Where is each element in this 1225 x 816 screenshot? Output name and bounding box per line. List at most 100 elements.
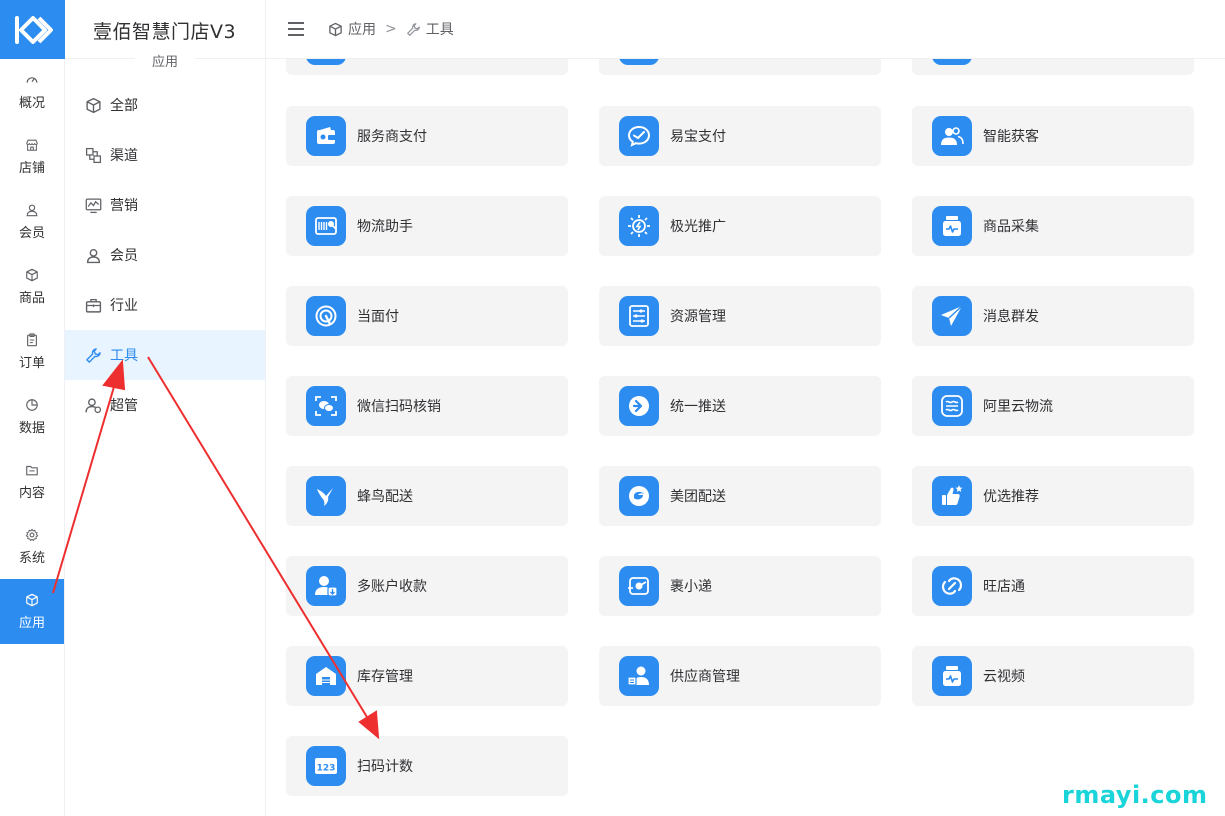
- app-icon-tile: [619, 566, 659, 606]
- app-logo[interactable]: [0, 0, 65, 59]
- app-card[interactable]: 云视频: [912, 646, 1194, 706]
- app-card-label: 旺店通: [983, 579, 1025, 595]
- app-card-label: 蜂鸟配送: [357, 489, 413, 505]
- app-card[interactable]: 统一推送: [599, 376, 881, 436]
- rail-item-9[interactable]: 应用: [0, 579, 64, 644]
- cube-icon: [86, 97, 101, 113]
- rail-item-label: 订单: [18, 355, 45, 371]
- wrench-icon: [406, 22, 420, 36]
- rail-item-6[interactable]: 数据: [0, 384, 64, 449]
- store-icon: [26, 139, 38, 151]
- breadcrumb-root[interactable]: 应用: [348, 19, 376, 39]
- submenu-item-5[interactable]: 行业: [65, 280, 265, 330]
- rail-item-label: 概况: [18, 95, 45, 111]
- app-icon-tile: [932, 116, 972, 156]
- app-card-partial[interactable]: [912, 59, 1194, 75]
- app-card[interactable]: 旺店通: [912, 556, 1194, 616]
- app-grid: 服务商支付 易宝支付 智能获客物流助手 极光推广 商品采集当面付 资源管理 消息群发微信扫码…: [286, 59, 1225, 816]
- rail-item-1[interactable]: 概况: [0, 59, 64, 124]
- app-card[interactable]: 裹小递: [599, 556, 881, 616]
- box-icon: [26, 268, 38, 281]
- app-icon-tile: [932, 386, 972, 426]
- user-icon: [26, 204, 38, 216]
- app-icon-tile: [306, 296, 346, 336]
- app-card[interactable]: 微信扫码核销: [286, 376, 568, 436]
- submenu-item-3[interactable]: 营销: [65, 180, 265, 230]
- app-card-partial[interactable]: [286, 59, 568, 75]
- brand-header: 壹佰智慧门店V3 应用: [65, 0, 265, 70]
- app-icon-tile: [932, 206, 972, 246]
- submenu-item-7[interactable]: 超管: [65, 380, 265, 430]
- watermark: rmayi.com: [1062, 781, 1208, 809]
- link-icon: [941, 577, 963, 595]
- breadcrumb: 应用 > 工具: [328, 19, 454, 39]
- app-card-partial[interactable]: [599, 59, 881, 75]
- app-card-label: 优选推荐: [983, 489, 1039, 505]
- main-rail: 概况店铺 会员 商品订单数据 内容 系统 应用: [0, 0, 65, 816]
- app-card[interactable]: 服务商支付: [286, 106, 568, 166]
- app-card[interactable]: 多账户收款: [286, 556, 568, 616]
- submenu-item-6[interactable]: 工具: [65, 330, 265, 380]
- wechat-scan-icon: [315, 396, 337, 416]
- channel-icon: [85, 147, 102, 163]
- chat-bubble-icon: [627, 125, 651, 147]
- app-card-label: 多账户收款: [357, 579, 427, 595]
- app-icon-tile: [619, 206, 659, 246]
- app-card-label: 微信扫码核销: [357, 399, 441, 415]
- app-card[interactable]: 易宝支付: [599, 106, 881, 166]
- app-icon-tile: [306, 116, 346, 156]
- cube-icon: [26, 593, 38, 606]
- app-icon-tile: [932, 476, 972, 516]
- app-card[interactable]: 蜂鸟配送: [286, 466, 568, 526]
- menu-toggle-icon[interactable]: [288, 22, 304, 36]
- app-card-label: 当面付: [357, 309, 399, 325]
- folder-icon: [26, 465, 38, 475]
- meituan-icon: [629, 486, 649, 506]
- app-icon-tile: [619, 386, 659, 426]
- submenu-item-label: 全部: [110, 98, 138, 114]
- submenu-item-label: 渠道: [110, 148, 138, 164]
- app-card[interactable]: 智能获客: [912, 106, 1194, 166]
- warehouse-icon: [316, 667, 336, 685]
- app-card-label: 云视频: [983, 669, 1025, 685]
- rail-item-3[interactable]: 会员: [0, 189, 64, 254]
- app-card[interactable]: 消息群发: [912, 286, 1194, 346]
- app-card-label: 服务商支付: [357, 129, 427, 145]
- pie-icon: [26, 398, 38, 411]
- rail-item-7[interactable]: 内容: [0, 449, 64, 514]
- app-card[interactable]: 供应商管理: [599, 646, 881, 706]
- app-card[interactable]: 优选推荐: [912, 466, 1194, 526]
- rail-item-8[interactable]: 系统: [0, 514, 64, 579]
- app-icon-tile: [932, 656, 972, 696]
- app-card-label: 库存管理: [357, 669, 413, 685]
- app-card[interactable]: 极光推广: [599, 196, 881, 256]
- app-icon-tile: [619, 116, 659, 156]
- app-card[interactable]: 库存管理: [286, 646, 568, 706]
- submenu-item-label: 行业: [110, 298, 138, 314]
- app-icon-tile: [932, 566, 972, 606]
- sliders-icon: [629, 305, 649, 327]
- rail-item-4[interactable]: 商品: [0, 254, 64, 319]
- app-card[interactable]: 123 扫码计数: [286, 736, 568, 796]
- app-card[interactable]: 商品采集: [912, 196, 1194, 256]
- briefcase-icon: [85, 298, 102, 313]
- app-card[interactable]: 物流助手: [286, 196, 568, 256]
- app-icon-tile: [306, 566, 346, 606]
- app-card[interactable]: 当面付: [286, 286, 568, 346]
- submenu-item-4[interactable]: 会员: [65, 230, 265, 280]
- cloud-logistics-icon: [941, 395, 963, 417]
- rail-item-5[interactable]: 订单: [0, 319, 64, 384]
- app-icon-tile: [619, 476, 659, 516]
- app-card-label: 消息群发: [983, 309, 1039, 325]
- number-123-icon: 123: [315, 758, 337, 774]
- app-card[interactable]: 资源管理: [599, 286, 881, 346]
- submenu-item-1[interactable]: 全部: [65, 80, 265, 130]
- app-card[interactable]: 阿里云物流: [912, 376, 1194, 436]
- submenu-item-2[interactable]: 渠道: [65, 130, 265, 180]
- submenu-item-label: 会员: [110, 248, 138, 264]
- app-card[interactable]: 美团配送: [599, 466, 881, 526]
- monitor-chart-icon: [85, 197, 102, 213]
- rail-item-2[interactable]: 店铺: [0, 124, 64, 189]
- jar-pulse-icon: [943, 216, 961, 236]
- app-card-label: 商品采集: [983, 219, 1039, 235]
